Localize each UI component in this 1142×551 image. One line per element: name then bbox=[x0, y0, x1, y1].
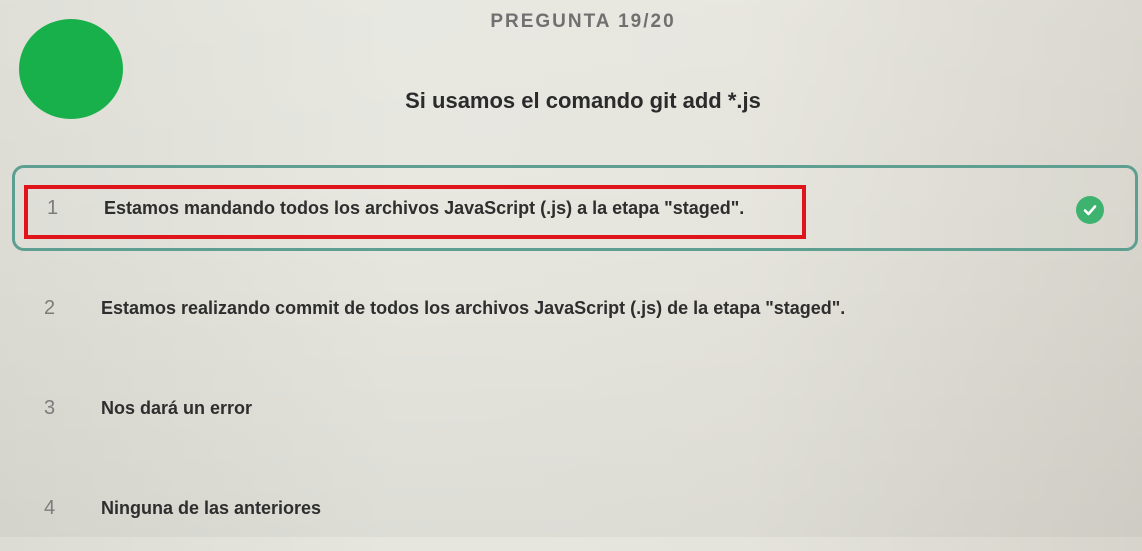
option-text: Estamos mandando todos los archivos Java… bbox=[104, 197, 745, 218]
answer-option-3[interactable]: 3 Nos dará un error bbox=[12, 365, 1138, 451]
option-text: Estamos realizando commit de todos los a… bbox=[101, 297, 846, 318]
question-counter: PREGUNTA 19/20 bbox=[490, 11, 676, 32]
option-number: 1 bbox=[47, 196, 59, 219]
answer-option-1[interactable]: 1 Estamos mandando todos los archivos Ja… bbox=[12, 165, 1138, 251]
option-number: 4 bbox=[44, 496, 56, 519]
question-title: Si usamos el comando git add *.js bbox=[405, 88, 761, 113]
option-text: Nos dará un error bbox=[101, 397, 253, 418]
option-text: Ninguna de las anteriores bbox=[101, 497, 322, 518]
answer-option-4[interactable]: 4 Ninguna de las anteriores bbox=[12, 465, 1138, 551]
answer-option-2[interactable]: 2 Estamos realizando commit de todos los… bbox=[12, 265, 1138, 351]
option-number: 3 bbox=[44, 396, 56, 419]
option-number: 2 bbox=[44, 296, 56, 319]
check-circle-icon bbox=[1076, 196, 1104, 224]
